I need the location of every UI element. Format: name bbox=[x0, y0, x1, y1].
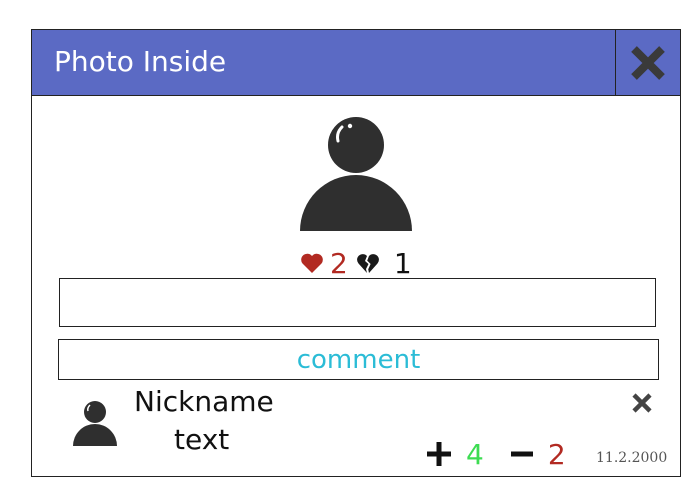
downvote-button[interactable] bbox=[510, 441, 534, 467]
like-count: 2 bbox=[330, 246, 348, 280]
comment-text: text bbox=[174, 423, 230, 456]
reaction-summary: 2 1 bbox=[300, 245, 412, 281]
comment-button[interactable]: comment bbox=[58, 339, 659, 380]
comment-nickname: Nickname bbox=[134, 385, 274, 418]
downvote-count: 2 bbox=[547, 437, 566, 471]
comment-input[interactable] bbox=[59, 278, 656, 327]
dislike-count: 1 bbox=[393, 246, 412, 280]
dialog-title: Photo Inside bbox=[54, 45, 227, 78]
comment-date: 11.2.2000 bbox=[596, 450, 668, 466]
heart-icon[interactable] bbox=[300, 252, 324, 274]
comment-votes: 4 2 bbox=[426, 436, 566, 472]
close-icon bbox=[631, 45, 665, 80]
upvote-button[interactable] bbox=[426, 441, 452, 467]
title-bar: Photo Inside bbox=[32, 30, 680, 96]
close-icon bbox=[632, 393, 652, 413]
commenter-avatar-icon bbox=[73, 401, 117, 446]
minus-icon bbox=[510, 451, 533, 457]
plus-icon bbox=[427, 442, 451, 466]
user-icon bbox=[300, 117, 412, 231]
upvote-count: 4 bbox=[466, 437, 484, 471]
broken-heart-icon[interactable] bbox=[356, 252, 380, 274]
comment-item: Nickname text 4 2 11.2.2000 bbox=[32, 384, 680, 476]
photo-dialog: Photo Inside 2 1 comment Nickname text 4… bbox=[31, 29, 681, 477]
close-button[interactable] bbox=[615, 30, 680, 95]
delete-comment-button[interactable] bbox=[628, 389, 656, 417]
